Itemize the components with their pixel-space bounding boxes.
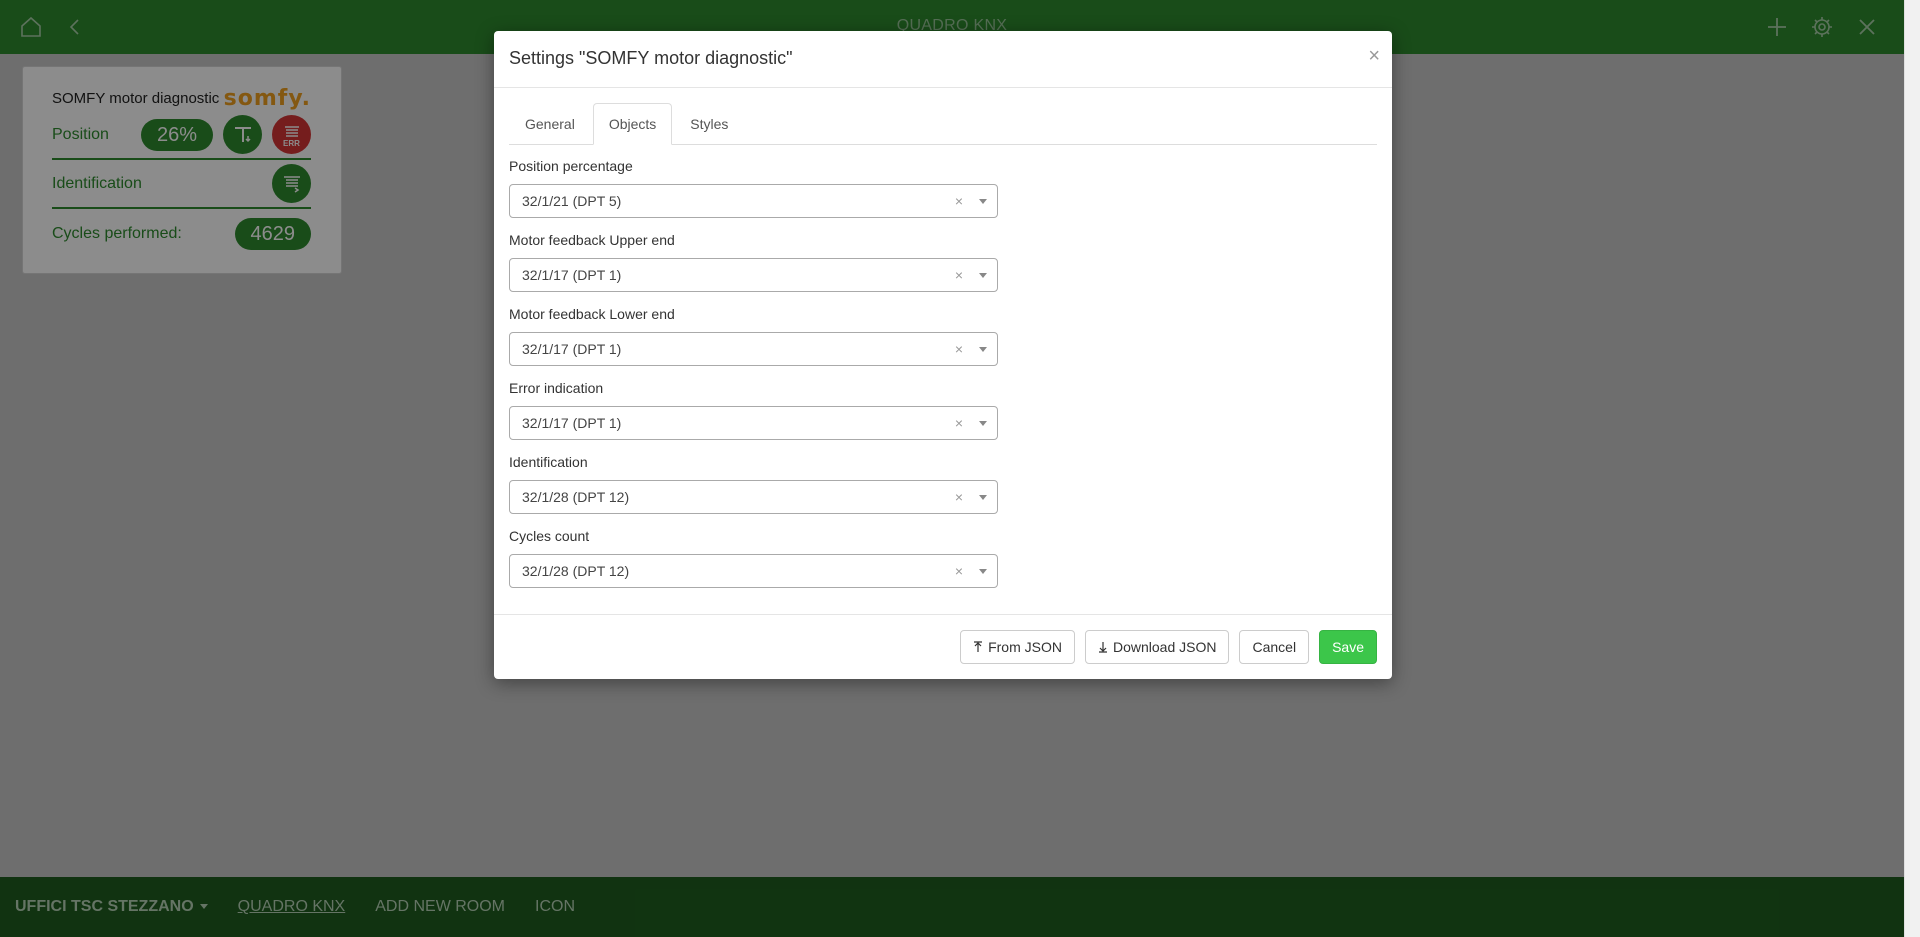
- dropdown-arrow-icon[interactable]: [979, 569, 987, 574]
- dropdown-arrow-icon[interactable]: [979, 495, 987, 500]
- save-button[interactable]: Save: [1319, 630, 1377, 664]
- select-value: 32/1/28 (DPT 12): [522, 563, 630, 579]
- tab-objects[interactable]: Objects: [592, 103, 673, 145]
- from-json-label: From JSON: [988, 639, 1062, 655]
- select-value: 32/1/21 (DPT 5): [522, 193, 622, 209]
- cycles-count-select[interactable]: 32/1/28 (DPT 12) ×: [509, 554, 998, 588]
- field-motor-feedback-lower: Motor feedback Lower end 32/1/17 (DPT 1)…: [509, 305, 1377, 379]
- modal-header: Settings "SOMFY motor diagnostic" ×: [494, 31, 1392, 88]
- motor-feedback-lower-select[interactable]: 32/1/17 (DPT 1) ×: [509, 332, 998, 366]
- download-icon: [1098, 642, 1107, 653]
- motor-feedback-upper-select[interactable]: 32/1/17 (DPT 1) ×: [509, 258, 998, 292]
- field-label: Identification: [509, 454, 588, 470]
- clear-icon[interactable]: ×: [955, 555, 963, 587]
- dropdown-arrow-icon[interactable]: [979, 273, 987, 278]
- dropdown-arrow-icon[interactable]: [979, 199, 987, 204]
- modal-footer: From JSON Download JSON Cancel Save: [494, 614, 1392, 679]
- tab-styles[interactable]: Styles: [674, 103, 744, 145]
- modal-body: General Objects Styles Position percenta…: [494, 88, 1392, 601]
- download-json-label: Download JSON: [1112, 639, 1217, 655]
- select-value: 32/1/28 (DPT 12): [522, 489, 630, 505]
- select-value: 32/1/17 (DPT 1): [522, 341, 622, 357]
- position-percentage-select[interactable]: 32/1/21 (DPT 5) ×: [509, 184, 998, 218]
- identification-select[interactable]: 32/1/28 (DPT 12) ×: [509, 480, 998, 514]
- clear-icon[interactable]: ×: [955, 259, 963, 291]
- clear-icon[interactable]: ×: [955, 407, 963, 439]
- field-label: Position percentage: [509, 158, 633, 174]
- field-motor-feedback-upper: Motor feedback Upper end 32/1/17 (DPT 1)…: [509, 231, 1377, 305]
- page-scrollbar[interactable]: [1904, 0, 1920, 937]
- error-indication-select[interactable]: 32/1/17 (DPT 1) ×: [509, 406, 998, 440]
- modal-close-icon[interactable]: ×: [1368, 46, 1380, 66]
- select-value: 32/1/17 (DPT 1): [522, 267, 622, 283]
- cancel-button[interactable]: Cancel: [1239, 630, 1310, 664]
- download-json-button[interactable]: Download JSON: [1084, 630, 1230, 664]
- objects-fields: Position percentage 32/1/21 (DPT 5) × Mo…: [509, 145, 1377, 601]
- tab-general[interactable]: General: [509, 103, 591, 145]
- clear-icon[interactable]: ×: [955, 185, 963, 217]
- clear-icon[interactable]: ×: [955, 481, 963, 513]
- upload-icon: [974, 641, 983, 652]
- field-cycles-count: Cycles count 32/1/28 (DPT 12) ×: [509, 527, 1377, 601]
- field-label: Motor feedback Upper end: [509, 232, 675, 248]
- field-error-indication: Error indication 32/1/17 (DPT 1) ×: [509, 379, 1377, 453]
- settings-modal: Settings "SOMFY motor diagnostic" × Gene…: [494, 31, 1392, 679]
- select-value: 32/1/17 (DPT 1): [522, 415, 622, 431]
- tab-bar: General Objects Styles: [509, 103, 1377, 145]
- field-label: Cycles count: [509, 528, 590, 544]
- clear-icon[interactable]: ×: [955, 333, 963, 365]
- field-label: Motor feedback Lower end: [509, 306, 675, 322]
- dropdown-arrow-icon[interactable]: [979, 347, 987, 352]
- modal-title: Settings "SOMFY motor diagnostic": [509, 48, 793, 68]
- field-identification: Identification 32/1/28 (DPT 12) ×: [509, 453, 1377, 527]
- dropdown-arrow-icon[interactable]: [979, 421, 987, 426]
- field-position-percentage: Position percentage 32/1/21 (DPT 5) ×: [509, 157, 1377, 231]
- from-json-button[interactable]: From JSON: [960, 630, 1075, 664]
- field-label: Error indication: [509, 380, 604, 396]
